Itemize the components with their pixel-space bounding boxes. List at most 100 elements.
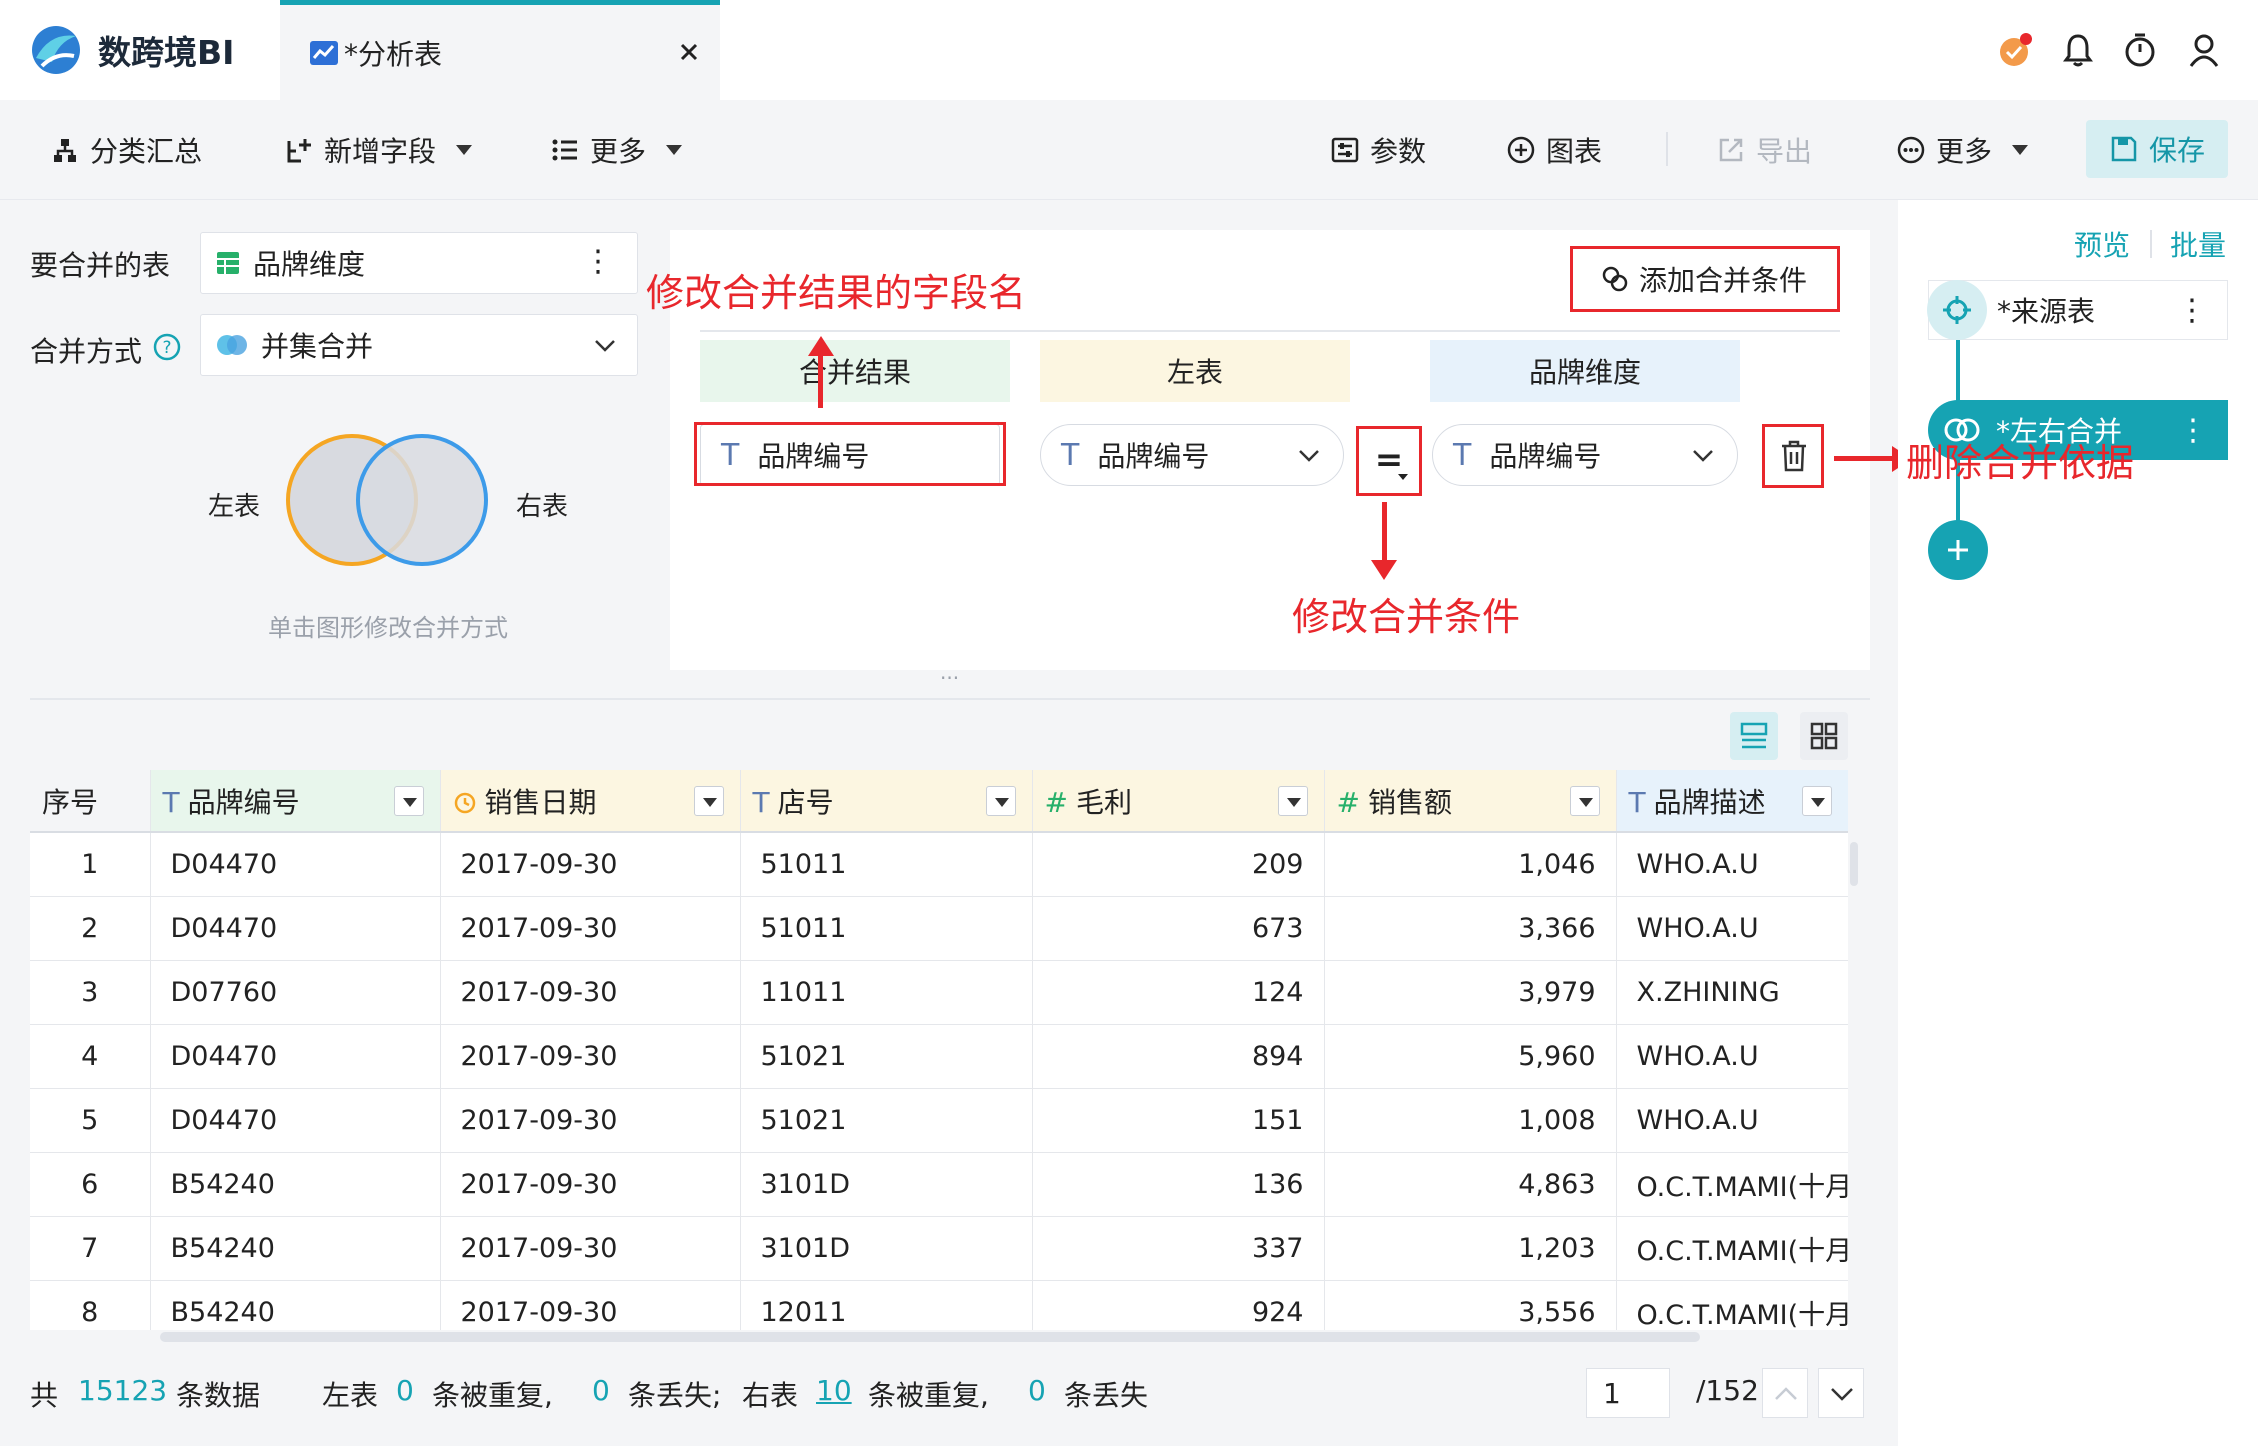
table-cell[interactable]: 3101D xyxy=(740,1152,1033,1217)
save-button[interactable]: 保存 xyxy=(2086,120,2228,178)
table-cell[interactable]: O.C.T.MAMI(十月 xyxy=(1616,1152,1848,1217)
column-header[interactable]: T 店号 xyxy=(740,770,1033,833)
table-row[interactable]: 5 D04470 2017-09-30 51021 151 1,008 WHO.A.U xyxy=(30,1088,1848,1153)
table-cell[interactable]: 51011 xyxy=(740,832,1033,897)
table-cell[interactable]: B54240 xyxy=(150,1280,441,1330)
table-cell[interactable]: 2017-09-30 xyxy=(440,1088,741,1153)
group-summary-button[interactable]: 分类汇总 xyxy=(50,128,202,172)
table-cell[interactable]: 8 xyxy=(30,1280,151,1330)
splitter-handle-icon[interactable]: ··· xyxy=(940,666,959,690)
table-cell[interactable]: 7 xyxy=(30,1216,151,1281)
table-cell[interactable]: 5 xyxy=(30,1088,151,1153)
kebab-menu-icon[interactable]: ⋮ xyxy=(583,247,613,277)
table-cell[interactable]: 3,366 xyxy=(1324,896,1617,961)
table-cell[interactable]: 5,960 xyxy=(1324,1024,1617,1089)
notification-badge-icon[interactable] xyxy=(1996,30,2036,70)
table-cell[interactable]: 4 xyxy=(30,1024,151,1089)
table-row[interactable]: 2 D04470 2017-09-30 51011 673 3,366 WHO.A.U xyxy=(30,896,1848,961)
table-cell[interactable]: WHO.A.U xyxy=(1616,1088,1848,1153)
horizontal-scrollbar[interactable] xyxy=(160,1332,1700,1342)
right-field-select[interactable]: T 品牌编号 xyxy=(1432,424,1738,486)
table-cell[interactable]: WHO.A.U xyxy=(1616,1024,1848,1089)
help-icon[interactable]: ? xyxy=(152,332,182,362)
table-cell[interactable]: 4,863 xyxy=(1324,1152,1617,1217)
flow-node-source[interactable]: *来源表 ⋮ xyxy=(1927,280,2228,340)
table-cell[interactable]: 136 xyxy=(1032,1152,1325,1217)
column-menu-dropdown-icon[interactable] xyxy=(1569,786,1600,816)
column-header[interactable]: T 品牌编号 xyxy=(150,770,441,833)
table-cell[interactable]: 2017-09-30 xyxy=(440,1152,741,1217)
table-cell[interactable]: O.C.T.MAMI(十月 xyxy=(1616,1216,1848,1281)
table-cell[interactable]: D04470 xyxy=(150,1088,441,1153)
merge-mode-select[interactable]: 并集合并 xyxy=(200,314,638,376)
table-cell[interactable]: 2017-09-30 xyxy=(440,896,741,961)
column-header[interactable]: 销售日期 xyxy=(440,770,741,833)
table-cell[interactable]: D04470 xyxy=(150,832,441,897)
table-cell[interactable]: 1,046 xyxy=(1324,832,1617,897)
table-cell[interactable]: 209 xyxy=(1032,832,1325,897)
bell-icon[interactable] xyxy=(2058,30,2098,70)
table-cell[interactable]: O.C.T.MAMI(十月 xyxy=(1616,1280,1848,1330)
table-row[interactable]: 7 B54240 2017-09-30 3101D 337 1,203 O.C.T.MAMI… xyxy=(30,1216,1848,1281)
table-row[interactable]: 6 B54240 2017-09-30 3101D 136 4,863 O.C.T.MAMI… xyxy=(30,1152,1848,1217)
table-row[interactable]: 8 B54240 2017-09-30 12011 924 3,556 O.C.T.MAMI… xyxy=(30,1280,1848,1330)
table-cell[interactable]: 2 xyxy=(30,896,151,961)
export-button[interactable]: 导出 xyxy=(1716,128,1812,172)
table-cell[interactable]: 3 xyxy=(30,960,151,1025)
table-cell[interactable]: 3,556 xyxy=(1324,1280,1617,1330)
table-cell[interactable]: D04470 xyxy=(150,896,441,961)
timer-icon[interactable] xyxy=(2120,30,2160,70)
table-cell[interactable]: WHO.A.U xyxy=(1616,896,1848,961)
table-cell[interactable]: 3,979 xyxy=(1324,960,1617,1025)
more-right-button[interactable]: 更多 xyxy=(1896,128,2029,172)
table-cell[interactable]: 924 xyxy=(1032,1280,1325,1330)
more-left-button[interactable]: 更多 xyxy=(550,128,683,172)
add-node-button[interactable] xyxy=(1928,520,1988,580)
table-cell[interactable]: 1 xyxy=(30,832,151,897)
close-icon[interactable] xyxy=(672,35,706,69)
table-cell[interactable]: 124 xyxy=(1032,960,1325,1025)
table-cell[interactable]: 11011 xyxy=(740,960,1033,1025)
column-menu-dropdown-icon[interactable] xyxy=(1277,786,1308,816)
table-cell[interactable]: 2017-09-30 xyxy=(440,960,741,1025)
table-cell[interactable]: 6 xyxy=(30,1152,151,1217)
chart-button[interactable]: 图表 xyxy=(1506,128,1602,172)
table-cell[interactable]: 51021 xyxy=(740,1088,1033,1153)
column-header[interactable]: # 销售额 xyxy=(1324,770,1617,833)
table-cell[interactable]: D07760 xyxy=(150,960,441,1025)
table-cell[interactable]: 2017-09-30 xyxy=(440,1280,741,1330)
table-cell[interactable]: 1,008 xyxy=(1324,1088,1617,1153)
page-prev-button[interactable] xyxy=(1762,1368,1808,1418)
kebab-menu-icon[interactable]: ⋮ xyxy=(2177,293,2207,328)
merge-table-select[interactable]: 品牌维度 ⋮ xyxy=(200,232,638,294)
column-header[interactable]: T 品牌描述 xyxy=(1616,770,1848,833)
vertical-scrollbar[interactable] xyxy=(1850,842,1858,886)
table-cell[interactable]: 2017-09-30 xyxy=(440,832,741,897)
add-field-button[interactable]: 新增字段 xyxy=(284,128,473,172)
table-cell[interactable]: X.ZHINING xyxy=(1616,960,1848,1025)
table-cell[interactable]: 337 xyxy=(1032,1216,1325,1281)
table-cell[interactable]: 151 xyxy=(1032,1088,1325,1153)
table-cell[interactable]: 51011 xyxy=(740,896,1033,961)
column-menu-dropdown-icon[interactable] xyxy=(693,786,724,816)
venn-diagram[interactable] xyxy=(284,430,490,570)
page-input[interactable]: 1 xyxy=(1586,1368,1670,1418)
page-next-button[interactable] xyxy=(1818,1368,1864,1418)
tab-analysis[interactable]: *分析表 xyxy=(280,0,720,100)
column-menu-dropdown-icon[interactable] xyxy=(1801,786,1832,816)
grid-view-toggle[interactable] xyxy=(1800,712,1848,760)
table-cell[interactable]: 2017-09-30 xyxy=(440,1216,741,1281)
params-button[interactable]: 参数 xyxy=(1330,128,1426,172)
list-view-toggle[interactable] xyxy=(1730,712,1778,760)
table-row[interactable]: 1 D04470 2017-09-30 51011 209 1,046 WHO.A.U xyxy=(30,832,1848,897)
table-cell[interactable]: D04470 xyxy=(150,1024,441,1089)
column-menu-dropdown-icon[interactable] xyxy=(393,786,424,816)
column-header[interactable]: # 毛利 xyxy=(1032,770,1325,833)
table-cell[interactable]: 12011 xyxy=(740,1280,1033,1330)
table-row[interactable]: 4 D04470 2017-09-30 51021 894 5,960 WHO.A.U xyxy=(30,1024,1848,1089)
preview-link[interactable]: 预览 xyxy=(2074,224,2130,264)
column-header[interactable]: 序号 xyxy=(30,770,151,833)
table-row[interactable]: 3 D07760 2017-09-30 11011 124 3,979 X.ZHINING xyxy=(30,960,1848,1025)
table-cell[interactable]: WHO.A.U xyxy=(1616,832,1848,897)
table-cell[interactable]: 2017-09-30 xyxy=(440,1024,741,1089)
